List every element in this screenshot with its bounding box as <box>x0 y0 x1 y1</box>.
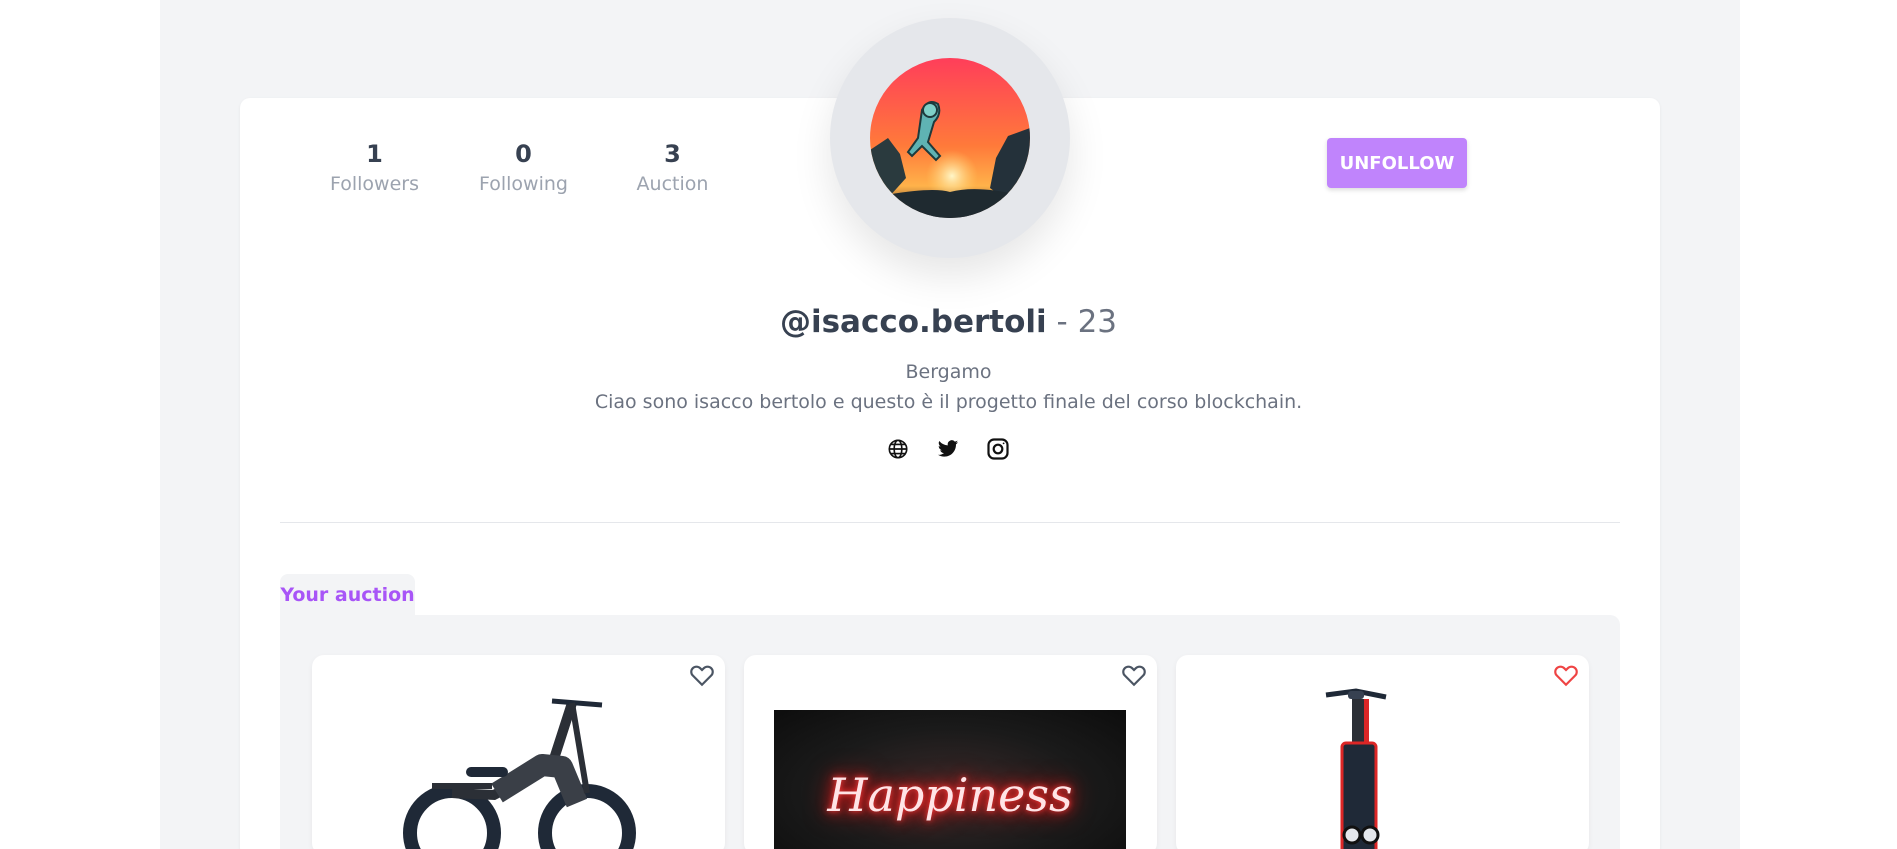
followers-count: 1 <box>366 140 383 168</box>
following-label: Following <box>479 173 568 195</box>
avatar-frame <box>830 18 1070 258</box>
user-age: - 23 <box>1056 304 1118 340</box>
neon-sign-text: Happiness <box>827 768 1073 822</box>
stat-followers[interactable]: 1 Followers <box>300 138 449 198</box>
profile-stats: 1 Followers 0 Following 3 Auction <box>300 138 747 198</box>
heart-icon[interactable] <box>1119 660 1149 690</box>
stat-auction[interactable]: 3 Auction <box>598 138 747 198</box>
ebike-image <box>403 698 636 849</box>
auction-item-card[interactable]: Happiness <box>744 655 1157 849</box>
username: @isacco.bertoli <box>779 304 1047 340</box>
user-bio: Ciao sono isacco bertolo e questo è il p… <box>594 391 1303 413</box>
tab-your-auction[interactable]: Your auction <box>280 574 415 616</box>
auction-item-card[interactable] <box>312 655 725 849</box>
heart-icon[interactable] <box>1551 660 1581 690</box>
heart-icon[interactable] <box>687 660 717 690</box>
stat-following[interactable]: 0 Following <box>449 138 598 198</box>
username-row: @isacco.bertoli - 23 <box>0 302 1897 342</box>
auction-count: 3 <box>664 140 681 168</box>
unfollow-button[interactable]: UNFOLLOW <box>1327 138 1467 188</box>
neon-sign-image: Happiness <box>774 710 1126 849</box>
section-divider <box>280 522 1620 523</box>
scooter-image <box>1325 688 1387 849</box>
instagram-icon[interactable] <box>985 436 1011 462</box>
user-location: Bergamo <box>905 361 992 383</box>
globe-icon[interactable] <box>885 436 911 462</box>
following-count: 0 <box>515 140 532 168</box>
social-links <box>885 436 1011 462</box>
avatar <box>870 58 1030 218</box>
twitter-icon[interactable] <box>935 436 961 462</box>
auction-item-card[interactable] <box>1176 655 1589 849</box>
auction-label: Auction <box>636 173 709 195</box>
followers-label: Followers <box>330 173 419 195</box>
